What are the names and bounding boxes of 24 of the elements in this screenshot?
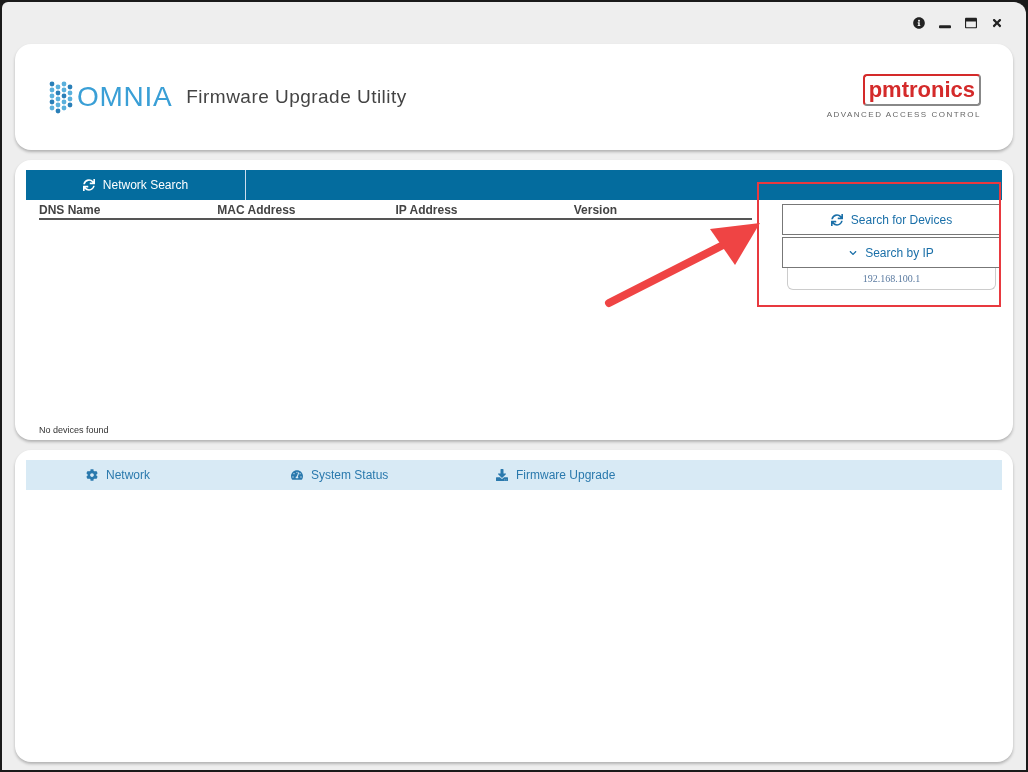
gauge-icon	[291, 469, 303, 481]
brand-logo-text: pmtronics	[862, 73, 981, 106]
column-header: Version	[573, 202, 619, 218]
chevron-down-icon	[849, 248, 858, 257]
brand-tagline: ADVANCED ACCESS CONTROL	[826, 108, 981, 121]
column-header: DNS Name	[39, 202, 102, 218]
gear-icon	[86, 469, 98, 481]
logo-text: OMNIA	[77, 80, 173, 114]
column-header: MAC Address	[217, 202, 297, 218]
section-tab[interactable]: Firmware Upgrade	[496, 460, 701, 490]
section-tab[interactable]: System Status	[291, 460, 496, 490]
maximize-icon[interactable]	[965, 17, 977, 29]
refresh-icon	[82, 179, 95, 191]
search-by-ip-button[interactable]: Search by IP	[782, 237, 1001, 268]
status-text: No devices found	[39, 423, 110, 437]
ip-address-field[interactable]: 192.168.100.1	[787, 268, 996, 290]
column-header: IP Address	[395, 202, 459, 218]
app-title: Firmware Upgrade Utility	[186, 84, 407, 109]
refresh-icon	[830, 213, 843, 226]
close-icon[interactable]	[991, 17, 1003, 29]
download-icon	[496, 469, 508, 481]
search-for-devices-button[interactable]: Search for Devices	[782, 204, 1001, 235]
section-tab[interactable]: Network	[86, 460, 291, 490]
info-icon[interactable]	[913, 17, 925, 29]
